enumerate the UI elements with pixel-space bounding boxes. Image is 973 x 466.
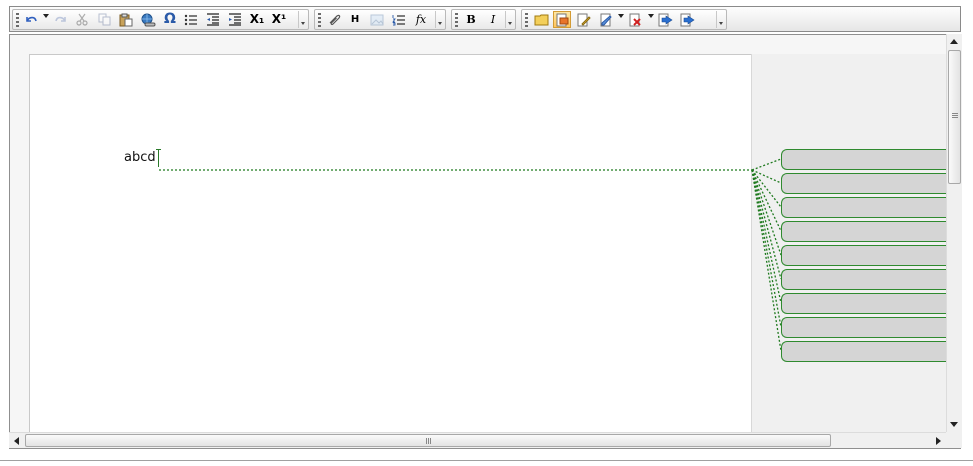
scroll-right-arrow[interactable] bbox=[936, 437, 941, 445]
undo-button[interactable] bbox=[22, 11, 40, 28]
indent-button[interactable] bbox=[226, 11, 244, 28]
reject-change-dropdown[interactable] bbox=[648, 14, 654, 18]
comment-balloon[interactable] bbox=[781, 221, 959, 242]
heading-button[interactable]: H bbox=[346, 11, 364, 28]
paste-icon bbox=[119, 13, 133, 26]
toolbar-overflow-button[interactable] bbox=[435, 11, 445, 28]
outdent-icon bbox=[207, 13, 219, 26]
caret-marker bbox=[156, 149, 161, 150]
toolbar-overflow-button[interactable] bbox=[716, 11, 726, 28]
comment-balloon[interactable] bbox=[781, 245, 959, 266]
copy-button[interactable] bbox=[95, 11, 113, 28]
horizontal-scroll-thumb[interactable] bbox=[25, 434, 831, 447]
comment-balloon[interactable] bbox=[781, 293, 959, 314]
toolbar-grip[interactable] bbox=[455, 13, 458, 27]
scrollbar-corner bbox=[946, 432, 962, 448]
paperclip-icon bbox=[329, 14, 341, 25]
cut-icon bbox=[76, 13, 88, 26]
toolbar-group-format: B I bbox=[451, 9, 516, 30]
track-changes-icon bbox=[600, 13, 612, 26]
bullet-list-icon bbox=[184, 14, 197, 25]
scroll-grip bbox=[426, 438, 432, 444]
document-text[interactable]: abcd bbox=[124, 150, 156, 165]
hyperlink-icon bbox=[141, 13, 156, 26]
new-comment-button[interactable] bbox=[532, 11, 550, 28]
comment-balloon[interactable] bbox=[781, 173, 959, 194]
comment-balloon[interactable] bbox=[781, 341, 959, 362]
editor-toolbar: Ω X₁ X¹ H fx B I bbox=[9, 6, 961, 32]
hyperlink-button[interactable] bbox=[139, 11, 157, 28]
toolbar-grip[interactable] bbox=[16, 13, 19, 27]
redo-button[interactable] bbox=[52, 11, 70, 28]
special-character-button[interactable]: Ω bbox=[161, 11, 179, 28]
scroll-down-arrow[interactable] bbox=[950, 422, 958, 427]
formula-button[interactable]: fx bbox=[412, 11, 430, 28]
track-changes-dropdown[interactable] bbox=[618, 14, 624, 18]
scroll-grip bbox=[952, 113, 958, 118]
track-changes-button[interactable] bbox=[597, 11, 615, 28]
edit-button[interactable] bbox=[575, 11, 593, 28]
bullet-list-button[interactable] bbox=[182, 11, 200, 28]
comments-margin bbox=[751, 54, 948, 434]
image-icon bbox=[370, 14, 384, 25]
edit-icon bbox=[577, 13, 591, 26]
new-comment-icon bbox=[534, 14, 548, 26]
undo-dropdown[interactable] bbox=[43, 14, 49, 18]
reject-change-icon bbox=[629, 13, 641, 26]
toolbar-group-review bbox=[521, 9, 727, 30]
toolbar-grip[interactable] bbox=[318, 13, 321, 27]
comment-balloon[interactable] bbox=[781, 149, 959, 170]
status-divider bbox=[0, 460, 973, 461]
text-caret bbox=[158, 149, 159, 167]
comment-balloon[interactable] bbox=[781, 317, 959, 338]
horizontal-scrollbar[interactable] bbox=[9, 432, 946, 448]
indent-icon bbox=[229, 13, 241, 26]
vertical-scroll-thumb[interactable] bbox=[948, 50, 961, 184]
subscript-button[interactable]: X₁ bbox=[248, 11, 266, 28]
document-viewport: abcd bbox=[9, 34, 961, 449]
toolbar-overflow-button[interactable] bbox=[505, 11, 515, 28]
paste-button[interactable] bbox=[117, 11, 135, 28]
attachment-button[interactable] bbox=[325, 11, 343, 28]
vertical-scrollbar[interactable] bbox=[946, 34, 962, 432]
comments-icon bbox=[556, 13, 569, 26]
undo-icon bbox=[26, 16, 37, 22]
cut-button[interactable] bbox=[73, 11, 91, 28]
copy-icon bbox=[98, 13, 110, 26]
outdent-button[interactable] bbox=[204, 11, 222, 28]
comment-balloon[interactable] bbox=[781, 269, 959, 290]
redo-icon bbox=[55, 16, 66, 22]
scroll-up-arrow[interactable] bbox=[950, 39, 958, 44]
show-comments-button[interactable] bbox=[553, 11, 571, 28]
previous-change-icon bbox=[658, 13, 673, 26]
italic-button[interactable]: I bbox=[484, 11, 502, 28]
toolbar-grip[interactable] bbox=[525, 13, 528, 27]
scroll-left-arrow[interactable] bbox=[14, 437, 19, 445]
next-change-icon bbox=[680, 13, 695, 26]
image-button[interactable] bbox=[368, 11, 386, 28]
toolbar-overflow-button[interactable] bbox=[298, 11, 308, 28]
numbered-list-icon bbox=[392, 14, 405, 25]
next-change-button[interactable] bbox=[678, 11, 696, 28]
previous-change-button[interactable] bbox=[656, 11, 674, 28]
toolbar-group-edit: Ω X₁ X¹ bbox=[12, 9, 309, 30]
bold-button[interactable]: B bbox=[462, 11, 480, 28]
reject-change-button[interactable] bbox=[626, 11, 644, 28]
document-page[interactable] bbox=[29, 54, 751, 435]
numbered-list-button[interactable] bbox=[390, 11, 408, 28]
superscript-button[interactable]: X¹ bbox=[270, 11, 288, 28]
comment-balloon[interactable] bbox=[781, 197, 959, 218]
toolbar-group-insert: H fx bbox=[314, 9, 446, 30]
